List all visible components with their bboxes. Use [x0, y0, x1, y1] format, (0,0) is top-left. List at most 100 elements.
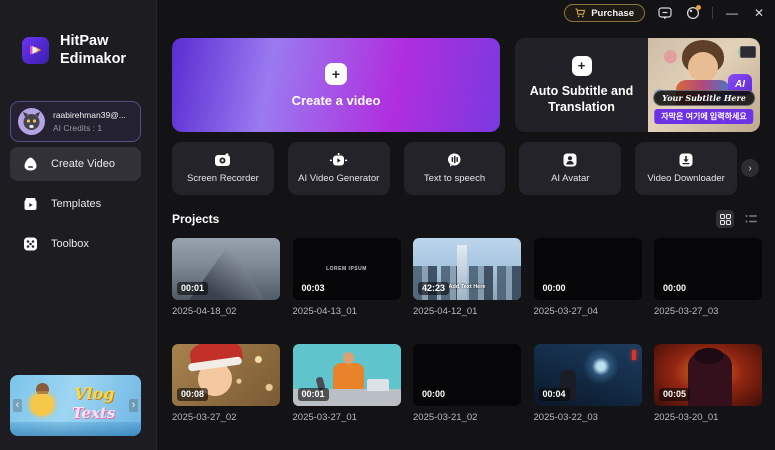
- project-name: 2025-03-22_03: [533, 412, 598, 423]
- ai-avatar-icon: [563, 153, 577, 167]
- create-video-icon: [23, 157, 38, 171]
- project-name: 2025-03-27_04: [533, 306, 598, 317]
- promo-sea: [10, 422, 141, 436]
- sidebar-item-templates[interactable]: Templates: [10, 187, 141, 221]
- create-video-banner-label: Create a video: [291, 92, 381, 108]
- promo-word-vlog: Vlog: [74, 384, 115, 403]
- project-thumbnail-mountain: 00:01: [172, 238, 280, 300]
- purchase-label: Purchase: [591, 7, 634, 19]
- updates-icon[interactable]: [684, 4, 701, 22]
- thumbnail-overlay-text: LOREM IPSUM: [326, 265, 367, 272]
- cave-red-light-shape: [631, 350, 636, 360]
- tool-label: Video Downloader: [647, 173, 725, 184]
- promo-banner[interactable]: Vlog Texts ‹ ›: [10, 375, 141, 436]
- duration-badge: 00:03: [297, 282, 329, 295]
- project-thumbnail-black: 00:00: [533, 238, 642, 300]
- city-tower-shape: [457, 245, 467, 300]
- duration-badge: 00:04: [538, 388, 570, 401]
- cart-icon: [575, 8, 586, 18]
- project-card[interactable]: LOREM IPSUM 00:03 2025-04-13_01: [292, 238, 401, 317]
- list-view-icon[interactable]: [742, 210, 760, 228]
- sidebar-item-create-video[interactable]: Create Video: [10, 147, 141, 181]
- notification-dot: [696, 4, 701, 10]
- tool-label: AI Avatar: [551, 173, 590, 184]
- project-name: 2025-03-27_01: [292, 412, 357, 423]
- sidebar: HitPaw Edimakor raabirehman39@... AI Cre…: [0, 0, 157, 450]
- grid-view-icon[interactable]: [716, 210, 734, 228]
- purchase-button[interactable]: Purchase: [564, 4, 645, 22]
- app-title: HitPaw Edimakor: [60, 32, 126, 68]
- tool-shortcuts: Screen Recorder AI Video Generator Text …: [172, 142, 737, 195]
- promo-next-icon[interactable]: ›: [129, 399, 138, 412]
- project-thumbnail-presenter: 00:01: [292, 344, 401, 406]
- project-name: 2025-03-21_02: [413, 412, 478, 423]
- project-thumbnail-cave: 00:04: [533, 344, 642, 406]
- project-name: 2025-03-20_01: [654, 412, 719, 423]
- project-thumbnail-anime: 00:05: [654, 344, 762, 406]
- presenter-laptop-shape: [366, 379, 389, 391]
- app-logo-icon: [22, 36, 49, 64]
- project-card[interactable]: 00:01 2025-03-27_01: [292, 344, 401, 423]
- minimize-button[interactable]: —: [724, 6, 740, 20]
- tool-screen-recorder[interactable]: Screen Recorder: [172, 142, 274, 195]
- tool-text-to-speech[interactable]: Text to speech: [403, 142, 506, 195]
- promo-prev-icon[interactable]: ‹: [13, 399, 22, 412]
- project-thumbnail-city: Add Text Here 42:23: [413, 238, 521, 300]
- create-video-banner[interactable]: + Create a video: [172, 38, 500, 132]
- toolbox-icon: [23, 237, 38, 251]
- auto-subtitle-label: Auto Subtitle and Translation: [529, 83, 634, 114]
- tool-ai-avatar[interactable]: AI Avatar: [519, 142, 622, 195]
- auto-subtitle-photo: AI Your Subtitle Here 자막은 여기에 입력하세요: [648, 38, 760, 132]
- brand: HitPaw Edimakor: [22, 32, 126, 68]
- templates-icon: [23, 197, 38, 211]
- sidebar-item-toolbox[interactable]: Toolbox: [10, 227, 141, 261]
- duration-badge: 00:00: [659, 282, 691, 295]
- avatar: [18, 108, 45, 135]
- projects-grid: 00:01 2025-04-18_02 LOREM IPSUM 00:03 20…: [172, 238, 767, 423]
- project-card[interactable]: 00:05 2025-03-20_01: [654, 344, 762, 423]
- project-name: 2025-04-18_02: [172, 306, 237, 317]
- plus-icon: +: [325, 62, 347, 85]
- project-card[interactable]: 00:00 2025-03-27_03: [654, 238, 762, 317]
- project-card[interactable]: 00:00 2025-03-21_02: [413, 344, 521, 423]
- duration-badge: 00:00: [418, 388, 450, 401]
- photo-person-face: [688, 52, 718, 82]
- app-title-line2: Edimakor: [60, 51, 127, 67]
- titlebar-divider: [712, 7, 713, 19]
- project-card[interactable]: 00:00 2025-03-27_04: [533, 238, 642, 317]
- account-credits: AI Credits : 1: [53, 123, 103, 133]
- tool-video-downloader[interactable]: Video Downloader: [635, 142, 737, 195]
- text-to-speech-icon: [447, 153, 462, 167]
- project-name: 2025-04-13_01: [292, 306, 357, 317]
- tool-label: AI Video Generator: [298, 173, 380, 184]
- project-card[interactable]: 00:08 2025-03-27_02: [172, 344, 280, 423]
- account-card[interactable]: raabirehman39@... AI Credits : 1: [10, 101, 141, 142]
- project-name: 2025-04-12_01: [413, 306, 478, 317]
- auto-subtitle-banner[interactable]: + Auto Subtitle and Translation AI Your …: [515, 38, 760, 132]
- app-window: Purchase — ✕ HitPaw Edimakor raabirehman…: [0, 0, 775, 450]
- photo-camera: [740, 46, 756, 58]
- close-button[interactable]: ✕: [751, 6, 767, 20]
- duration-badge: 00:01: [297, 388, 329, 401]
- project-name: 2025-03-27_03: [654, 306, 719, 317]
- feedback-icon[interactable]: [656, 5, 673, 22]
- tools-scroll-next-button[interactable]: ›: [741, 159, 759, 177]
- app-title-line1: HitPaw: [60, 33, 109, 49]
- tool-label: Screen Recorder: [186, 173, 259, 184]
- duration-badge: 00:00: [538, 282, 570, 295]
- sidebar-item-label: Toolbox: [51, 238, 89, 250]
- sidebar-item-label: Create Video: [51, 158, 116, 170]
- project-thumbnail-black: LOREM IPSUM 00:03: [292, 238, 401, 300]
- project-card[interactable]: Add Text Here 42:23 2025-04-12_01: [413, 238, 521, 317]
- presenter-body-shape: [332, 363, 364, 389]
- subtitle-sample-text-korean: 자막은 여기에 입력하세요: [654, 109, 754, 124]
- account-email: raabirehman39@...: [53, 110, 126, 120]
- plus-icon: +: [571, 55, 592, 76]
- project-card[interactable]: 00:01 2025-04-18_02: [172, 238, 280, 317]
- video-downloader-icon: [679, 153, 693, 167]
- sidebar-nav: Create Video Templates Toolbox: [10, 147, 141, 261]
- promo-duck-float: [30, 394, 54, 416]
- project-card[interactable]: 00:04 2025-03-22_03: [533, 344, 642, 423]
- tool-ai-video-generator[interactable]: AI Video Generator: [287, 142, 390, 195]
- tool-label: Text to speech: [423, 173, 486, 184]
